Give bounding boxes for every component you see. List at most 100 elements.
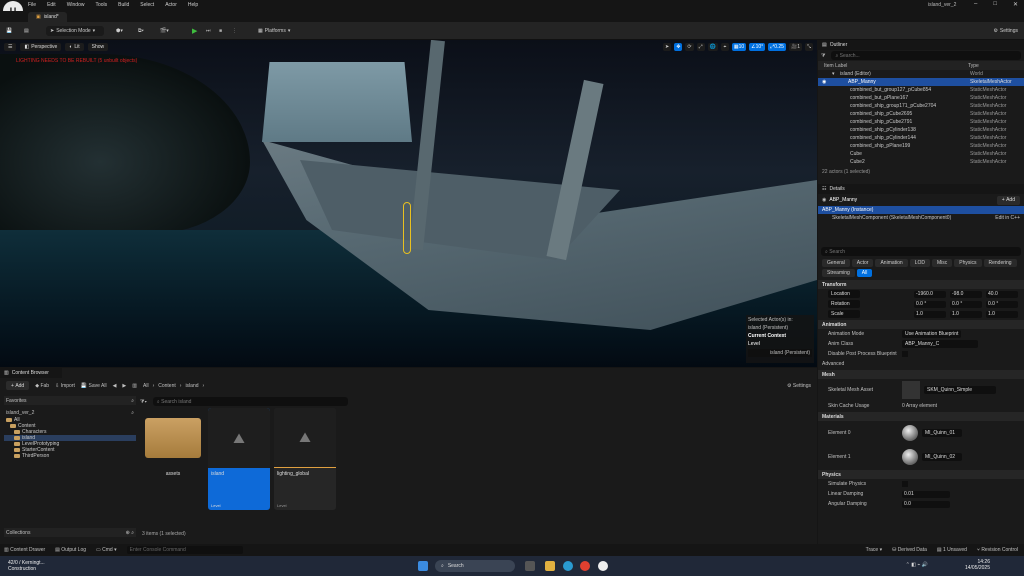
menu-edit[interactable]: Edit	[47, 2, 56, 8]
outliner-search-input[interactable]: ⌕ Search...	[831, 51, 1021, 60]
selection-mode-dropdown[interactable]: ➤ Selection Mode ▾	[46, 26, 104, 36]
step-icon[interactable]: ⏭	[206, 26, 211, 36]
windows-start-icon[interactable]	[418, 561, 428, 571]
menu-select[interactable]: Select	[140, 2, 154, 8]
asset-level-lighting-global[interactable]: ⛰ lighting_global Level	[274, 408, 336, 510]
tab-island[interactable]: ▣ island*	[28, 12, 67, 22]
play-icon[interactable]: ▶	[192, 26, 197, 36]
asset-folder-assets[interactable]: assets	[142, 408, 204, 510]
advanced-toggle[interactable]: Advanced	[818, 359, 1024, 369]
ship-cabin[interactable]	[262, 62, 412, 142]
rotate-icon[interactable]: ⟳	[685, 43, 694, 51]
filter-icon[interactable]: ⧩	[821, 53, 825, 59]
weather-widget[interactable]: 42/0 / Kerningt... Construction	[8, 560, 45, 572]
search-icon[interactable]: ⌕	[131, 398, 134, 404]
outliner-row[interactable]: ▾ island (Editor) World	[818, 70, 1024, 78]
outliner-row[interactable]: combined_ship_pCube2695 StaticMeshActor	[818, 110, 1024, 118]
cmd-dropdown[interactable]: ▭ Cmd ▾	[96, 547, 117, 553]
blueprint-icon[interactable]: ⧉▾	[138, 26, 144, 36]
unsaved-button[interactable]: ▤ 1 Unsaved	[937, 547, 967, 553]
grid-snap-button[interactable]: ▦ 10	[731, 43, 747, 51]
output-log-button[interactable]: ▤ Output Log	[55, 547, 86, 553]
outliner-row[interactable]: combined_ship_pCube2791 StaticMeshActor	[818, 118, 1024, 126]
outliner-row[interactable]: combined_ship_pCylinder144 StaticMeshActo…	[818, 134, 1024, 142]
scale-snap-button[interactable]: ⤢ 0.25	[768, 43, 786, 51]
animation-section[interactable]: Animation	[818, 320, 1024, 329]
outliner-row[interactable]: Cube StaticMeshActor	[818, 150, 1024, 158]
outliner-row[interactable]: combined_but_pPlane167 StaticMeshActor	[818, 94, 1024, 102]
filter-animation[interactable]: Animation	[875, 259, 908, 267]
settings-button[interactable]: ⚙ Settings	[993, 26, 1018, 36]
file-explorer-icon[interactable]	[545, 561, 555, 571]
system-tray-icons[interactable]: ⌃ ◧ ⌁ 🔊	[906, 562, 928, 568]
filter-actor[interactable]: Actor	[851, 259, 874, 267]
component-row[interactable]: SkeletalMeshComponent (SkeletalMeshCompo…	[818, 214, 1024, 222]
task-view-icon[interactable]	[525, 561, 535, 571]
edge-icon[interactable]	[563, 561, 573, 571]
content-drawer-button[interactable]: ▥ Content Drawer	[4, 547, 45, 553]
outliner-row-selected[interactable]: ◉ ABP_Manny SkeletalMeshActor	[818, 78, 1024, 86]
filter-general[interactable]: General	[822, 259, 850, 267]
trace-button[interactable]: Trace ▾	[866, 547, 883, 553]
translate-icon[interactable]: ✥	[674, 43, 683, 51]
select-mode-icon[interactable]: ➤	[663, 43, 672, 51]
physics-section[interactable]: Physics	[818, 470, 1024, 479]
materials-section[interactable]: Materials	[818, 412, 1024, 421]
outliner-row[interactable]: Cube2 StaticMeshActor	[818, 158, 1024, 166]
play-options-icon[interactable]: ⋮	[232, 26, 237, 36]
lit-button[interactable]: ◐ Lit	[65, 43, 84, 51]
scale-icon[interactable]: ⤢	[696, 43, 705, 51]
filter-misc[interactable]: Misc	[931, 259, 953, 267]
platforms-dropdown[interactable]: ▦ Platforms ▾	[258, 26, 290, 36]
filter-all[interactable]: All	[856, 269, 873, 277]
fab-button[interactable]: ◆ Fab	[35, 383, 49, 389]
menu-window[interactable]: Window	[67, 2, 85, 8]
menu-tools[interactable]: Tools	[95, 2, 107, 8]
unreal-engine-taskbar-icon[interactable]	[598, 561, 608, 571]
back-icon[interactable]: ◀	[113, 383, 117, 389]
outliner-row[interactable]: combined_ship_pPlane199 StaticMeshActor	[818, 142, 1024, 150]
cb-settings-button[interactable]: ⚙ Settings	[787, 383, 811, 389]
minimize-icon[interactable]: –	[974, 1, 977, 8]
content-browser-title[interactable]: ▥ Content Browser	[0, 368, 62, 378]
chrome-icon[interactable]	[580, 561, 590, 571]
details-search-input[interactable]: ⌕ Search	[821, 247, 1021, 256]
filter-icon[interactable]: ⧩▾	[140, 399, 147, 405]
maximize-viewport-icon[interactable]: ⤡	[804, 43, 813, 51]
checkbox[interactable]	[902, 481, 908, 487]
filter-rendering[interactable]: Rendering	[983, 259, 1017, 267]
console-input[interactable]: Enter Console Command	[126, 546, 243, 554]
expand-icon[interactable]: ▾	[818, 71, 840, 77]
level-viewport[interactable]: ☰ ◧ Perspective ◐ Lit Show LIGHTING NEED…	[0, 40, 817, 367]
content-icon[interactable]: ▤	[24, 26, 29, 36]
clock[interactable]: 14:26 14/05/2025	[965, 559, 990, 571]
menu-file[interactable]: File	[28, 2, 36, 8]
taskbar-search[interactable]: ⌕ Search	[435, 560, 515, 572]
add-button[interactable]: + Add	[6, 381, 30, 390]
show-button[interactable]: Show	[87, 43, 109, 51]
perspective-button[interactable]: ◧ Perspective	[20, 43, 62, 51]
import-button[interactable]: ⇩ Import	[55, 383, 75, 389]
level-dropdown[interactable]: island (Persistent)	[748, 349, 812, 357]
search-icon[interactable]: ⌕	[131, 410, 134, 416]
viewport-options-button[interactable]: ☰	[4, 43, 17, 51]
add-component-button[interactable]: + Add	[996, 195, 1020, 205]
selected-character-manny[interactable]	[403, 202, 411, 254]
add-actor-icon[interactable]: ⬢▾	[116, 26, 123, 36]
filter-streaming[interactable]: Streaming	[822, 269, 855, 277]
menu-actor[interactable]: Actor	[165, 2, 177, 8]
tree-item-thirdperson[interactable]: ThirdPerson	[4, 453, 136, 459]
item-label-column[interactable]: Item Label	[818, 63, 968, 69]
derived-data-button[interactable]: ⛁ Derived Data	[892, 547, 927, 553]
visibility-eye-icon[interactable]: ◉	[818, 79, 848, 85]
checkbox[interactable]	[902, 351, 908, 357]
filter-lod[interactable]: LOD	[909, 259, 930, 267]
surface-snap-icon[interactable]: ⌖	[720, 43, 729, 51]
menu-help[interactable]: Help	[188, 2, 198, 8]
favorites-header[interactable]: Favorites ⌕	[4, 396, 136, 405]
revision-control-button[interactable]: ⑂ Revision Control	[977, 547, 1018, 553]
save-icon[interactable]: 💾	[6, 26, 12, 36]
add-collection-icon[interactable]: ⊕ ⌕	[126, 530, 134, 536]
stop-icon[interactable]: ■	[219, 26, 222, 36]
camera-speed-button[interactable]: 🎥 1	[788, 43, 802, 51]
